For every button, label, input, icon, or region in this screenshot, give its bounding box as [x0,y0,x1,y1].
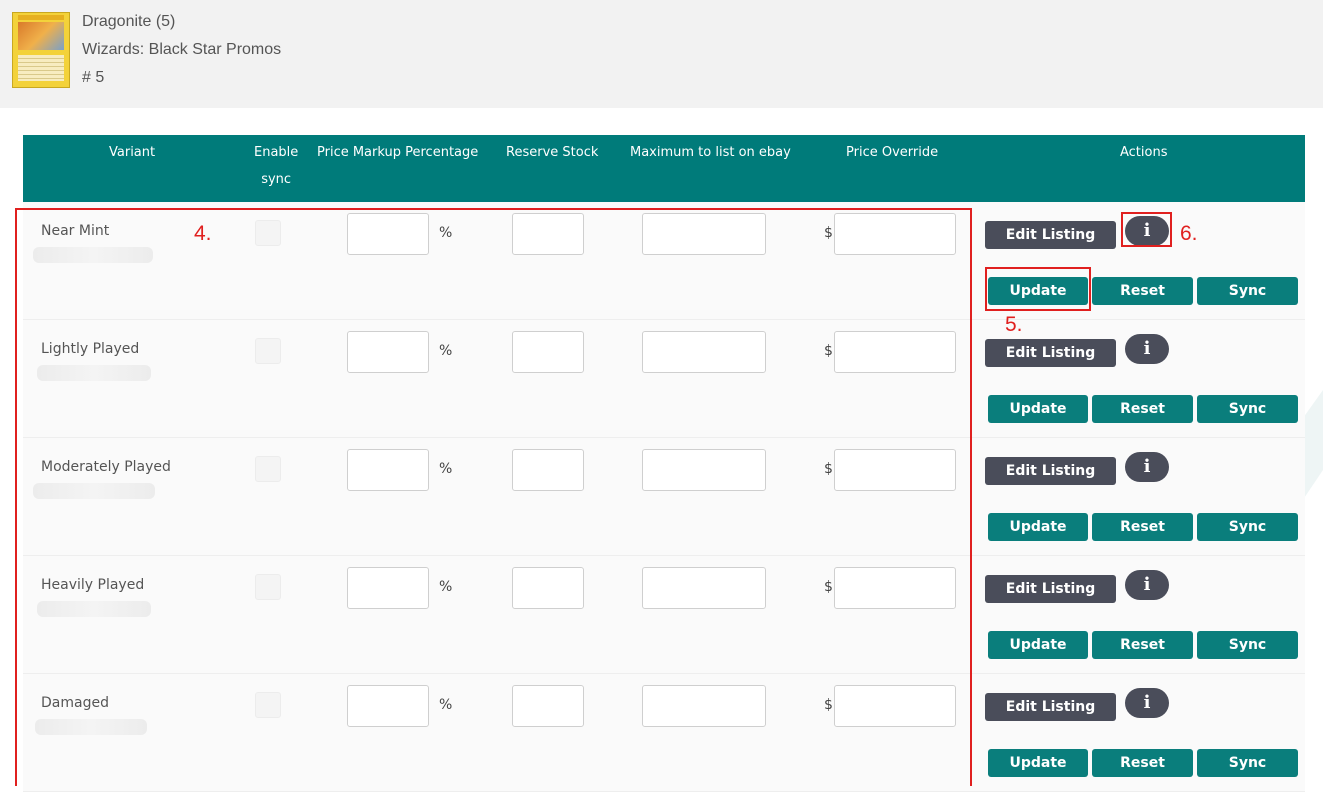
annotation-box-6 [1121,212,1172,247]
card-name: Dragonite (5) [82,13,176,30]
column-actions: Actions [1120,145,1168,160]
reset-button[interactable]: Reset [1092,749,1193,777]
edit-listing-button[interactable]: Edit Listing [985,457,1116,485]
update-button[interactable]: Update [988,749,1088,777]
edit-listing-button[interactable]: Edit Listing [985,575,1116,603]
edit-listing-button[interactable]: Edit Listing [985,339,1116,367]
column-reserve: Reserve Stock [506,145,599,160]
column-enable-sync: Enable sync [254,145,299,187]
sync-button[interactable]: Sync [1197,513,1298,541]
sync-button[interactable]: Sync [1197,395,1298,423]
column-variant: Variant [109,145,156,160]
sync-button[interactable]: Sync [1197,749,1298,777]
card-thumbnail [12,12,70,88]
reset-button[interactable]: Reset [1092,277,1193,305]
annotation-label-5: 5. [1005,313,1023,336]
reset-button[interactable]: Reset [1092,631,1193,659]
column-maximum: Maximum to list on ebay [630,145,791,160]
column-override: Price Override [846,145,939,160]
product-header: Dragonite (5) Wizards: Black Star Promos… [0,0,1323,108]
annotation-box-4 [15,208,972,786]
annotation-label-4: 4. [194,222,212,245]
annotation-label-6: 6. [1180,222,1198,245]
info-icon[interactable]: i [1125,452,1169,482]
edit-listing-button[interactable]: Edit Listing [985,693,1116,721]
table-header: Variant Enable sync Price Markup Percent… [23,135,1305,202]
sync-button[interactable]: Sync [1197,631,1298,659]
info-icon[interactable]: i [1125,570,1169,600]
info-icon[interactable]: i [1125,334,1169,364]
update-button[interactable]: Update [988,513,1088,541]
set-name: Wizards: Black Star Promos [82,41,282,58]
update-button[interactable]: Update [988,395,1088,423]
reset-button[interactable]: Reset [1092,513,1193,541]
update-button[interactable]: Update [988,631,1088,659]
annotation-box-5 [985,267,1091,311]
column-markup: Price Markup Percentage [317,145,479,160]
info-icon[interactable]: i [1125,688,1169,718]
reset-button[interactable]: Reset [1092,395,1193,423]
card-number: # 5 [82,69,105,86]
edit-listing-button[interactable]: Edit Listing [985,221,1116,249]
sync-button[interactable]: Sync [1197,277,1298,305]
